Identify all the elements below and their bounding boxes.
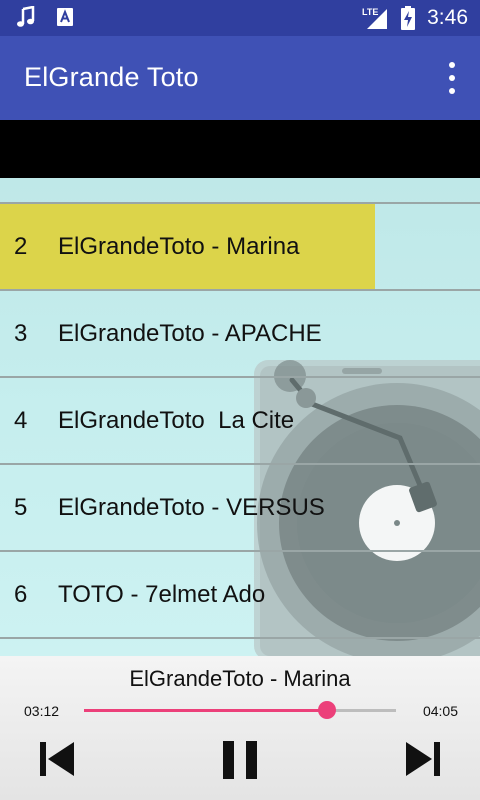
previous-button[interactable] <box>38 740 76 783</box>
track-row-3[interactable]: 3 ElGrandeToto - APACHE <box>0 291 480 376</box>
track-title: ElGrandeToto - APACHE <box>58 319 322 347</box>
track-number: 5 <box>14 493 28 521</box>
seek-progress <box>84 709 328 712</box>
now-playing-title: ElGrandeToto - Marina <box>129 666 351 691</box>
overflow-menu-icon <box>449 62 455 68</box>
skip-next-icon <box>406 742 440 776</box>
track-number: 6 <box>14 580 28 608</box>
battery-charging-icon <box>401 6 416 30</box>
pause-icon <box>223 741 257 779</box>
current-time: 03:12 <box>24 703 60 719</box>
track-list: 2 ElGrandeToto - Marina 3 ElGrandeToto -… <box>0 178 480 639</box>
lte-signal-icon: LTE <box>362 7 388 29</box>
skip-previous-icon <box>40 742 74 776</box>
list-divider <box>0 637 480 639</box>
track-number: 4 <box>14 406 28 434</box>
track-title: ElGrandeToto - VERSUS <box>58 493 325 521</box>
track-number: 2 <box>14 232 28 260</box>
pause-button[interactable] <box>221 740 259 785</box>
status-time: 3:46 <box>427 6 468 29</box>
music-note-icon <box>17 6 35 27</box>
seek-thumb[interactable] <box>318 701 337 719</box>
track-title: TOTO - 7elmet Ado <box>58 580 266 608</box>
app-bar: ElGrande Toto <box>0 36 480 120</box>
track-row-4[interactable]: 4 ElGrandeToto La Cite <box>0 378 480 463</box>
svg-text:LTE: LTE <box>362 7 378 17</box>
next-button[interactable] <box>404 740 442 783</box>
total-time: 04:05 <box>422 703 458 719</box>
overflow-menu-button[interactable] <box>442 62 462 94</box>
track-row-2[interactable]: 2 ElGrandeToto - Marina <box>0 204 480 289</box>
seek-bar[interactable] <box>84 701 396 719</box>
track-row-6[interactable]: 6 TOTO - 7elmet Ado <box>0 552 480 637</box>
ad-banner <box>0 120 480 178</box>
player-panel: ElGrandeToto - Marina 03:12 04:05 <box>0 656 480 800</box>
track-row-5[interactable]: 5 ElGrandeToto - VERSUS <box>0 465 480 550</box>
text-a-icon <box>57 8 73 26</box>
track-number: 3 <box>14 319 28 347</box>
app-title: ElGrande Toto <box>24 62 199 92</box>
track-title: ElGrandeToto - Marina <box>58 232 300 260</box>
track-title: ElGrandeToto La Cite <box>58 406 295 434</box>
track-list-area[interactable]: 2 ElGrandeToto - Marina 3 ElGrandeToto -… <box>0 178 480 656</box>
status-bar: LTE 3:46 <box>0 0 480 36</box>
